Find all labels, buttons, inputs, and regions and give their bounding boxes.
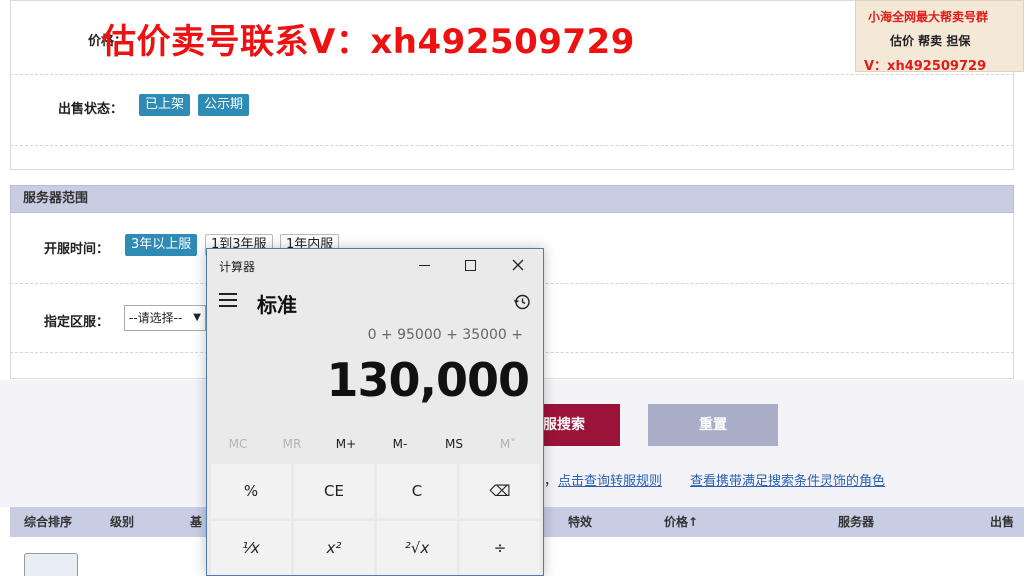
maximize-button[interactable] — [447, 249, 493, 281]
col-server[interactable]: 服务器 — [838, 507, 874, 537]
calculator-display: 130,000 — [326, 353, 530, 407]
item-thumbnail[interactable] — [24, 553, 78, 576]
region-select-value: --请选择-- — [129, 311, 183, 325]
close-icon — [512, 259, 524, 271]
clear-button[interactable]: C — [377, 464, 457, 518]
server-range-header: 服务器范围 — [10, 185, 1014, 213]
corner-watermark-title: 小海全网最大帮卖号群 — [868, 10, 989, 24]
square-root-button[interactable]: ²√x — [377, 521, 457, 575]
region-label: 指定区服： — [44, 315, 110, 330]
minimize-icon — [418, 264, 430, 266]
dropdown-arrow-icon: ▼ — [193, 312, 201, 323]
corner-watermark-contact: V：xh492509729 — [864, 59, 987, 74]
maximize-icon — [464, 259, 476, 271]
divider — [10, 145, 1014, 146]
open-time-option-3plus[interactable]: 3年以上服 — [125, 234, 198, 256]
transfer-rules-link[interactable]: 点击查询转服规则 — [558, 470, 662, 489]
col-sort[interactable]: 综合排序 — [24, 507, 72, 537]
percent-button[interactable]: % — [211, 464, 291, 518]
memory-clear-button[interactable]: MC — [211, 437, 265, 451]
sale-status-option-listed[interactable]: 已上架 — [139, 94, 191, 116]
reset-button[interactable]: 重置 — [648, 404, 778, 446]
calculator-title: 计算器 — [219, 260, 256, 274]
clear-entry-button[interactable]: CE — [294, 464, 374, 518]
corner-watermark-subtitle: 估价 帮卖 担保 — [890, 34, 971, 48]
backspace-button[interactable]: ⌫ — [460, 464, 540, 518]
view-roles-link[interactable]: 查看携带满足搜索条件灵饰的角色 — [690, 470, 885, 489]
minimize-button[interactable] — [401, 249, 447, 281]
divider — [10, 74, 1014, 75]
divide-button[interactable]: ÷ — [460, 521, 540, 575]
memory-add-button[interactable]: M+ — [319, 437, 373, 451]
col-price[interactable]: 价格↑ — [664, 507, 698, 537]
close-button[interactable] — [493, 249, 543, 281]
history-icon[interactable] — [513, 293, 531, 311]
hamburger-menu-icon[interactable] — [219, 293, 237, 307]
open-time-label: 开服时间： — [44, 242, 110, 257]
calculator-window[interactable]: 计算器 标准 0 + 95000 + 35000 + 130,000 MC MR… — [206, 248, 544, 576]
memory-list-button[interactable]: M˅ — [481, 437, 535, 451]
calculator-expression: 0 + 95000 + 35000 + — [367, 327, 523, 343]
square-button[interactable]: x² — [294, 521, 374, 575]
reciprocal-button[interactable]: ¹⁄x — [211, 521, 291, 575]
col-level[interactable]: 级别 — [110, 507, 134, 537]
col-effect[interactable]: 特效 — [568, 507, 592, 537]
col-sale[interactable]: 出售 — [990, 507, 1014, 537]
memory-subtract-button[interactable]: M- — [373, 437, 427, 451]
col-base[interactable]: 基 — [190, 507, 202, 537]
calculator-mode-title: 标准 — [257, 293, 297, 317]
memory-recall-button[interactable]: MR — [265, 437, 319, 451]
link-separator: ， — [544, 474, 558, 489]
sale-status-option-public[interactable]: 公示期 — [198, 94, 250, 116]
sale-status-label: 出售状态： — [58, 102, 124, 117]
region-select[interactable]: --请选择-- ▼ — [124, 305, 206, 331]
memory-store-button[interactable]: MS — [427, 437, 481, 451]
watermark-text: 估价卖号联系V：xh492509729 — [102, 22, 635, 62]
